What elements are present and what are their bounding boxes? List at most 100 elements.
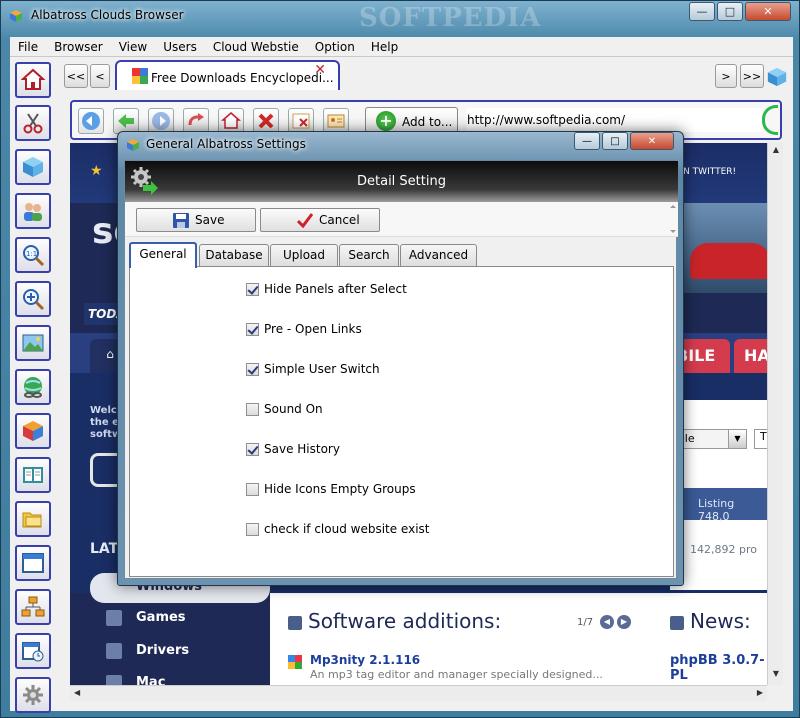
news-item-title[interactable]: phpBB 3.0.7-PL — [670, 653, 767, 683]
site-tab-ha[interactable]: HA — [734, 339, 767, 373]
maximize-button[interactable]: □ — [717, 2, 743, 21]
feed-icon — [288, 615, 302, 630]
dialog-minimize-button[interactable]: — — [574, 132, 600, 150]
home-icon[interactable] — [15, 62, 51, 98]
sound-on-checkbox[interactable] — [246, 402, 259, 416]
mac-icon — [106, 675, 122, 685]
option-check-cloud-website[interactable]: check if cloud website exist — [246, 521, 430, 537]
sitemap-icon[interactable] — [15, 589, 51, 625]
cube-icon[interactable] — [15, 149, 51, 185]
hide-icons-empty-groups-checkbox[interactable] — [246, 482, 259, 496]
listing-count: Listing 748,0 — [670, 488, 767, 523]
google-icon — [132, 68, 148, 84]
check-cloud-website-checkbox[interactable] — [246, 522, 259, 536]
browser-cube-icon[interactable] — [766, 66, 788, 88]
menu-help[interactable]: Help — [363, 40, 406, 54]
go-indicator[interactable] — [762, 105, 778, 135]
twitter-link[interactable]: ON TWITTER! — [676, 167, 736, 177]
folders-icon[interactable] — [15, 501, 51, 537]
minimize-button[interactable]: — — [689, 2, 715, 21]
menu-file[interactable]: File — [10, 40, 46, 54]
users-icon[interactable] — [15, 193, 51, 229]
tab-label: Free Downloads Encyclopedi... — [151, 71, 334, 85]
tab-close-icon[interactable]: ✕ — [314, 62, 326, 78]
star-icon[interactable]: ★ — [90, 163, 103, 179]
settings-icon[interactable] — [15, 677, 51, 713]
banner-image[interactable] — [680, 203, 767, 293]
dialog-header-title: Detail Setting — [357, 174, 446, 189]
toolbar-scroll-icon[interactable] — [669, 204, 677, 234]
site-t-box[interactable]: T — [754, 429, 767, 449]
tab-database[interactable]: Database — [199, 244, 269, 267]
hide-panels-checkbox[interactable] — [246, 282, 259, 296]
software-item-title[interactable]: Mp3nity 2.1.116 — [310, 653, 420, 667]
floppy-disk-icon — [173, 213, 189, 228]
dialog-cube-icon — [127, 139, 139, 151]
next-page-icon[interactable]: ▶ — [617, 615, 631, 629]
menu-cloud-website[interactable]: Cloud Webstie — [205, 40, 307, 54]
menu-users[interactable]: Users — [155, 40, 205, 54]
chevron-down-icon: ▼ — [728, 430, 746, 448]
option-save-history[interactable]: Save History — [246, 441, 340, 457]
zoom-actual-icon[interactable]: 1:1 — [15, 237, 51, 273]
globe-link-icon[interactable] — [15, 369, 51, 405]
add-icon: + — [376, 111, 396, 131]
tab-general[interactable]: General — [129, 242, 197, 268]
dialog-toolbar: Save Cancel — [125, 202, 678, 237]
general-panel: Hide Panels after Select Pre - Open Link… — [129, 266, 674, 577]
calendar-clock-icon[interactable] — [15, 633, 51, 669]
vertical-scrollbar[interactable]: ▲ ▼ — [767, 143, 783, 685]
window-icon[interactable] — [15, 545, 51, 581]
menu-bar: File Browser View Users Cloud Webstie Op… — [10, 37, 793, 57]
svg-text:1:1: 1:1 — [26, 250, 37, 258]
cancel-button[interactable]: Cancel — [260, 208, 380, 232]
option-sound-on[interactable]: Sound On — [246, 401, 323, 417]
option-simple-user-switch[interactable]: Simple User Switch — [246, 361, 380, 377]
browser-tab-active[interactable]: Free Downloads Encyclopedi... ✕ — [115, 60, 340, 90]
tab-advanced[interactable]: Advanced — [400, 244, 477, 267]
book-icon[interactable] — [15, 457, 51, 493]
site-select[interactable]: ele ▼ — [675, 429, 747, 449]
back-icon[interactable] — [78, 108, 104, 134]
software-item-desc: An mp3 tag editor and manager specially … — [310, 668, 603, 681]
zoom-in-icon[interactable] — [15, 281, 51, 317]
category-games[interactable]: Games — [136, 610, 186, 625]
menu-browser[interactable]: Browser — [46, 40, 111, 54]
title-bar: Albatross Clouds Browser SOFTPEDIA — □ ✕ — [1, 1, 800, 33]
next-tab-button[interactable]: > — [715, 64, 737, 88]
prev-page-icon[interactable]: ◀ — [600, 615, 614, 629]
prev-tab-button[interactable]: < — [90, 64, 110, 88]
picture-icon[interactable] — [15, 325, 51, 361]
pre-open-links-checkbox[interactable] — [246, 322, 259, 336]
category-mac[interactable]: Mac — [136, 675, 165, 685]
category-drivers[interactable]: Drivers — [136, 643, 189, 658]
scroll-down-icon: ▼ — [772, 669, 780, 678]
dialog-title: General Albatross Settings — [146, 137, 306, 151]
menu-option[interactable]: Option — [307, 40, 363, 54]
dialog-header: Detail Setting — [125, 161, 678, 202]
close-button[interactable]: ✕ — [745, 2, 791, 21]
latest-heading: LAT — [90, 541, 119, 557]
horizontal-scrollbar[interactable]: ◀ ▶ — [70, 685, 767, 701]
save-button[interactable]: Save — [136, 208, 256, 232]
dialog-close-button[interactable]: ✕ — [630, 132, 674, 150]
tab-upload[interactable]: Upload — [270, 244, 338, 267]
option-hide-panels[interactable]: Hide Panels after Select — [246, 281, 407, 297]
first-tab-button[interactable]: << — [64, 64, 88, 88]
save-history-checkbox[interactable] — [246, 442, 259, 456]
last-tab-button[interactable]: >> — [740, 64, 764, 88]
option-pre-open-links[interactable]: Pre - Open Links — [246, 321, 362, 337]
scroll-up-icon: ▲ — [772, 145, 780, 154]
scissors-icon[interactable] — [15, 105, 51, 141]
scroll-right-icon: ▶ — [756, 688, 763, 697]
option-hide-icons-empty-groups[interactable]: Hide Icons Empty Groups — [246, 481, 416, 497]
app-cube-icon — [10, 10, 22, 22]
scroll-left-icon: ◀ — [74, 688, 81, 697]
tab-search[interactable]: Search — [339, 244, 399, 267]
dialog-maximize-button[interactable]: □ — [602, 132, 628, 150]
url-input[interactable] — [467, 108, 763, 132]
simple-user-switch-checkbox[interactable] — [246, 362, 259, 376]
menu-view[interactable]: View — [111, 40, 155, 54]
colorful-cube-icon[interactable] — [15, 413, 51, 449]
programs-count: 142,892 pro — [690, 543, 757, 556]
